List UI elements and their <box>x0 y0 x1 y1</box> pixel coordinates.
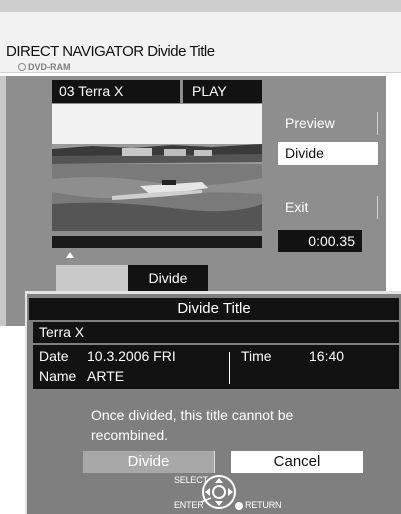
clip-label: 03 Terra X <box>52 80 180 103</box>
media-badge: DVD-RAM <box>18 62 71 72</box>
divide-button[interactable]: Divide <box>83 451 215 473</box>
program-name: Terra X <box>33 322 399 343</box>
info-divider <box>229 352 230 384</box>
return-icon <box>235 502 243 510</box>
dpad-icon <box>201 475 236 509</box>
exit-button[interactable]: Exit <box>278 196 378 219</box>
divide-menu-button[interactable]: Divide <box>278 142 378 165</box>
warning-message: Once divided, this title cannot be recom… <box>91 407 294 443</box>
right-edge <box>386 76 401 291</box>
dialog-title: Divide Title <box>29 298 399 320</box>
preview-button[interactable]: Preview <box>278 112 378 135</box>
timecode-display: 0:00.35 <box>278 230 362 252</box>
media-label: DVD-RAM <box>28 62 71 72</box>
enter-hint: ENTER <box>174 500 204 510</box>
date-label: Date <box>39 348 69 364</box>
return-hint: RETURN <box>245 500 282 510</box>
time-label: Time <box>241 348 272 364</box>
cancel-button[interactable]: Cancel <box>231 451 363 473</box>
progress-bar[interactable] <box>52 236 262 248</box>
time-value: 16:40 <box>309 348 345 364</box>
tab-divide[interactable]: Divide <box>128 265 208 291</box>
top-bar <box>0 0 401 12</box>
progress-marker-icon <box>66 252 74 258</box>
play-mode-label: PLAY <box>183 80 262 103</box>
name-value: ARTE <box>87 368 125 384</box>
name-label: Name <box>39 368 77 384</box>
video-preview <box>52 104 262 231</box>
app-title: DIRECT NAVIGATOR Divide Title <box>6 43 215 60</box>
tab-blank[interactable] <box>56 265 128 291</box>
disc-icon <box>18 63 26 71</box>
boat-scene-image <box>52 104 262 231</box>
date-value: 10.3.2006 FRI <box>87 348 176 364</box>
